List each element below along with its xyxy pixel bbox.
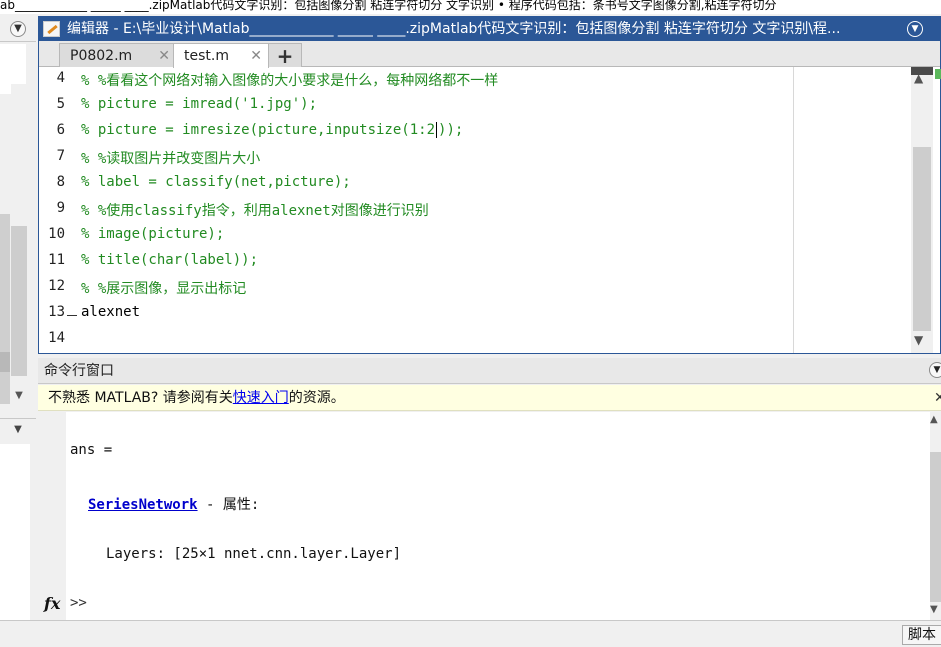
line-number: 14 (48, 330, 65, 346)
command-window-title: 命令行窗口 (44, 363, 114, 379)
breakpoint-dash[interactable] (67, 315, 77, 316)
code-line[interactable]: alexnet (81, 304, 140, 320)
line-number: 13 (48, 304, 65, 320)
left-panel-header: ▼ (0, 14, 36, 42)
command-prompt[interactable]: >> (70, 595, 87, 611)
chevron-down-icon[interactable]: ▼ (10, 21, 26, 37)
code-line[interactable]: % picture = imread('1.jpg'); (81, 96, 317, 112)
quick-start-link[interactable]: 快速入门 (233, 390, 289, 406)
scrollbar-thumb[interactable] (930, 452, 941, 602)
code-line[interactable]: % %读取图片并改变图片大小 (81, 148, 260, 168)
command-window-header: 命令行窗口 ▼ (38, 358, 941, 384)
command-window-gutter (38, 412, 66, 620)
left-panel: ▼ ▼ ▼ (0, 14, 36, 620)
chevron-down-icon: ▼ (14, 424, 22, 435)
getting-started-notice: 不熟悉 MATLAB? 请参阅有关快速入门的资源。 ✕ (38, 385, 941, 411)
output-text: - 属性: (197, 497, 260, 513)
code-line[interactable]: % title(char(label)); (81, 252, 258, 268)
line-number: 11 (48, 252, 65, 268)
line-number: 10 (48, 226, 65, 242)
editor-icon (43, 21, 60, 37)
output-line: ans = (70, 442, 113, 458)
tab-label: test.m (184, 48, 229, 64)
left-panel-marker (0, 352, 10, 372)
text-cursor (436, 122, 438, 138)
tab-test[interactable]: test.m ✕ (173, 43, 269, 68)
add-tab-button[interactable]: + (268, 43, 302, 68)
line-number: 4 (56, 70, 65, 86)
chevron-down-icon[interactable]: ▼ (929, 362, 941, 378)
scrollbar-top-marker (911, 67, 933, 75)
code-line[interactable]: % picture = imresize(picture,inputsize(1… (81, 122, 463, 138)
close-icon[interactable]: ✕ (934, 385, 941, 411)
scrollbar-thumb[interactable] (913, 147, 931, 331)
background-window-title: ab____________ _____ ____.zipMatlab代码文字识… (0, 0, 941, 14)
tab-label: P0802.m (70, 48, 133, 64)
file-type-label: 脚本 (902, 625, 941, 645)
line-number: 6 (56, 122, 65, 138)
line-number: 7 (56, 148, 65, 164)
close-icon[interactable]: ✕ (158, 44, 170, 68)
series-network-link[interactable]: SeriesNetwork (88, 497, 198, 513)
output-line: Layers: [25×1 nnet.cnn.layer.Layer] (106, 546, 402, 562)
command-window-scrollbar[interactable]: ▲ ▼ (930, 412, 941, 620)
output-line: SeriesNetwork - 属性: (88, 494, 259, 514)
left-panel-collapse[interactable]: ▼ (0, 418, 36, 442)
right-margin-line (793, 67, 794, 353)
code-line[interactable]: % %使用classify指令，利用alexnet对图像进行识别 (81, 200, 429, 220)
line-number: 8 (56, 174, 65, 190)
function-browser-icon[interactable]: fx (44, 594, 60, 613)
code-line[interactable]: % %展示图像，显示出标记 (81, 278, 246, 298)
scroll-down-icon[interactable]: ▼ (930, 604, 938, 615)
close-icon[interactable]: ✕ (250, 44, 262, 68)
code-line[interactable]: % image(picture); (81, 226, 224, 242)
left-panel-divider (0, 214, 10, 404)
line-number-gutter: 4 5 6 7 8 9 10 11 12 13 14 (39, 67, 67, 353)
matlab-window: ab____________ _____ ____.zipMatlab代码文字识… (0, 0, 941, 647)
scrollbar-thumb[interactable] (11, 226, 27, 376)
editor-scrollbar[interactable]: ▲ ▼ (911, 67, 933, 353)
notice-text: 的资源。 (288, 390, 345, 406)
code-analyzer-indicator[interactable] (935, 69, 941, 79)
scroll-down-icon[interactable]: ▼ (11, 390, 27, 406)
notice-text: 不熟悉 MATLAB? 请参阅有关 (48, 390, 233, 406)
status-bar: 脚本 (0, 620, 941, 647)
tab-p0802[interactable]: P0802.m ✕ (59, 43, 177, 67)
left-panel-scrollbar[interactable]: ▼ (11, 84, 27, 404)
scroll-up-icon[interactable]: ▲ (930, 414, 938, 425)
line-number: 5 (56, 96, 65, 112)
command-window-output[interactable]: ans = SeriesNetwork - 属性: Layers: [25×1 … (38, 412, 930, 620)
code-line[interactable]: % label = classify(net,picture); (81, 174, 351, 190)
code-text: % picture = imresize(picture,inputsize(1… (81, 122, 436, 138)
line-number: 9 (56, 200, 65, 216)
code-line[interactable]: % %看看这个网络对输入图像的大小要求是什么，每种网络都不一样 (81, 70, 498, 90)
left-panel-lower (0, 444, 30, 620)
editor-window: 编辑器 - E:\毕业设计\Matlab____________ _____ _… (38, 16, 941, 354)
code-text: )); (438, 122, 464, 138)
scroll-down-icon[interactable]: ▼ (914, 333, 923, 347)
code-area[interactable]: % %看看这个网络对输入图像的大小要求是什么，每种网络都不一样 % pictur… (81, 67, 821, 353)
editor-title: 编辑器 - E:\毕业设计\Matlab____________ _____ _… (67, 21, 841, 37)
editor-title-bar: 编辑器 - E:\毕业设计\Matlab____________ _____ _… (39, 17, 940, 41)
line-number: 12 (48, 278, 65, 294)
editor-menu-icon[interactable]: ▼ (907, 21, 923, 37)
editor-tab-bar: P0802.m ✕ test.m ✕ + (39, 41, 940, 68)
